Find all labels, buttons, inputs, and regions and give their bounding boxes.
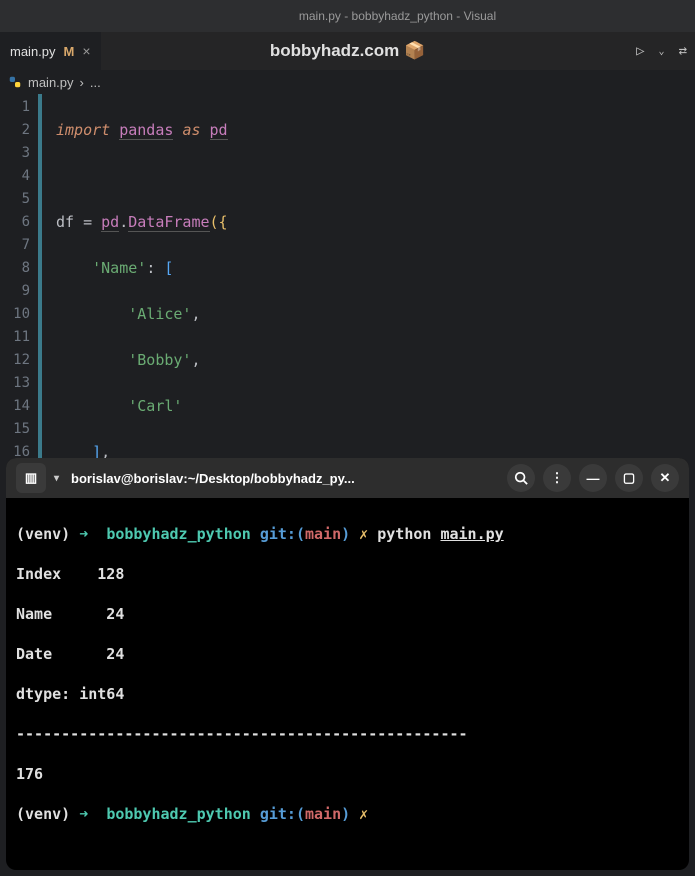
- menu-icon[interactable]: ⋮: [543, 464, 571, 492]
- compare-icon[interactable]: ⇄: [679, 43, 687, 59]
- maximize-icon[interactable]: ▢: [615, 464, 643, 492]
- tab-main-py[interactable]: main.py M ×: [0, 32, 101, 70]
- breadcrumb: main.py › ...: [0, 70, 695, 94]
- close-icon[interactable]: ×: [82, 43, 90, 59]
- terminal-panel: ▥ ▾ borislav@borislav:~/Desktop/bobbyhad…: [6, 458, 689, 870]
- page-title: bobbyhadz.com 📦: [270, 41, 425, 61]
- run-icon[interactable]: ▷: [636, 43, 644, 59]
- minimize-icon[interactable]: —: [579, 464, 607, 492]
- tab-modified-indicator: M: [64, 44, 75, 59]
- terminal-header: ▥ ▾ borislav@borislav:~/Desktop/bobbyhad…: [6, 458, 689, 498]
- breadcrumb-ellipsis: ...: [90, 75, 101, 90]
- line-number-gutter: 12345 678910 1112131415 1617181920 21222…: [0, 94, 36, 458]
- tab-label: main.py: [10, 44, 56, 59]
- breadcrumb-separator: ›: [80, 75, 84, 90]
- close-icon[interactable]: ✕: [651, 464, 679, 492]
- new-tab-button[interactable]: ▥: [16, 463, 46, 493]
- tab-actions: ▷ ⌄ ⇄: [636, 43, 687, 59]
- code-area[interactable]: import pandas as pd df = pd.DataFrame({ …: [42, 94, 517, 458]
- search-icon[interactable]: [507, 464, 535, 492]
- terminal-body[interactable]: (venv) ➜ bobbyhadz_python git:(main) ✗ p…: [6, 498, 689, 870]
- python-icon: [8, 75, 22, 89]
- window-title-bar: main.py - bobbyhadz_python - Visual: [0, 0, 695, 32]
- tab-bar: main.py M × bobbyhadz.com 📦 ▷ ⌄ ⇄: [0, 32, 695, 70]
- breadcrumb-file[interactable]: main.py: [28, 75, 74, 90]
- terminal-title: borislav@borislav:~/Desktop/bobbyhadz_py…: [67, 471, 499, 486]
- editor[interactable]: 12345 678910 1112131415 1617181920 21222…: [0, 94, 695, 458]
- chevron-down-icon[interactable]: ▾: [54, 473, 59, 484]
- window-title: main.py - bobbyhadz_python - Visual: [299, 9, 496, 23]
- chevron-down-icon[interactable]: ⌄: [659, 46, 665, 57]
